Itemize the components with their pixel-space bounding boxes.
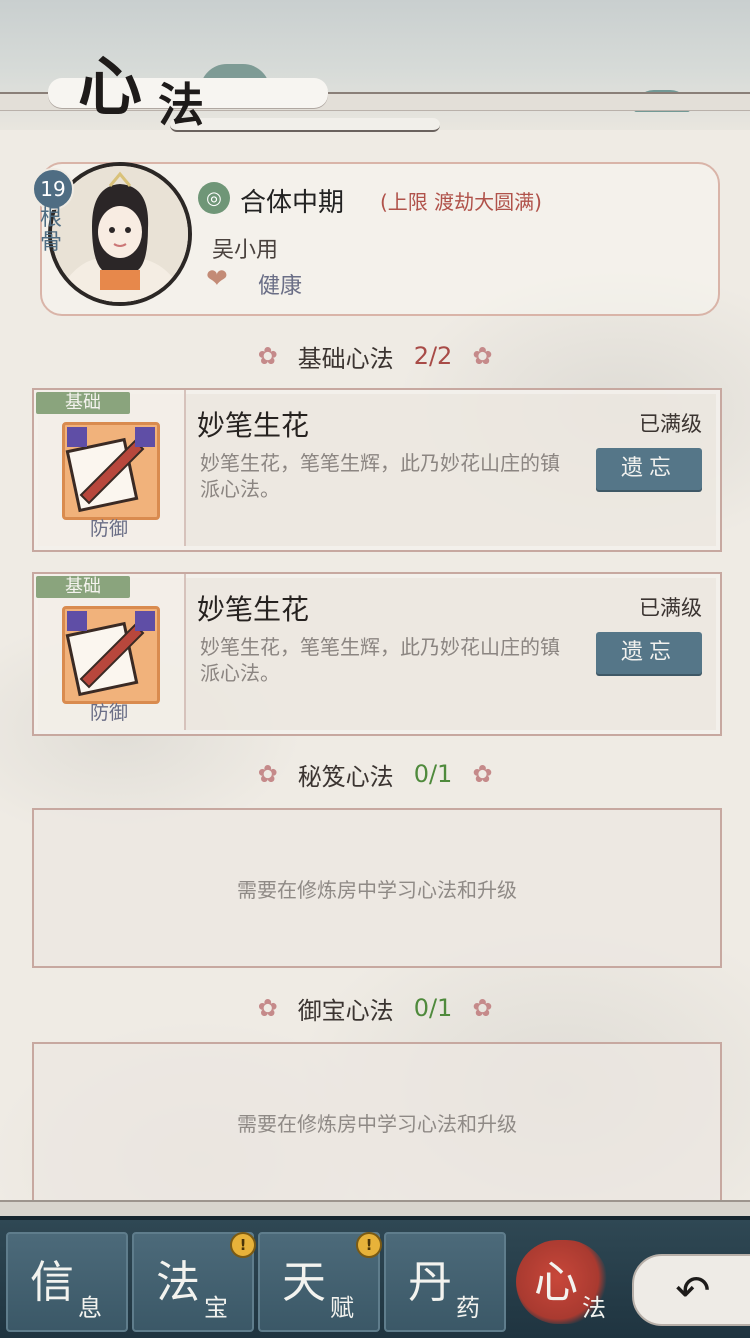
flower-icon: ✿: [257, 760, 278, 788]
technique-type: 防御: [89, 518, 128, 540]
nav-tab-pill[interactable]: 丹 药: [384, 1232, 506, 1332]
max-level-label: 已满级: [639, 412, 702, 436]
empty-slot-treasure[interactable]: 需要在修炼房中学习心法和升级: [32, 1042, 722, 1202]
nav-tab-small-char: 赋: [330, 1294, 354, 1322]
forget-button[interactable]: 遗忘: [596, 632, 702, 674]
technique-description: 妙笔生花，笔笔生辉，此乃妙花山庄的镇派心法。: [200, 635, 560, 685]
flower-icon: ✿: [257, 342, 278, 370]
nav-tab-big-char: 信: [30, 1257, 74, 1308]
section-count: 0/1: [413, 760, 453, 788]
technique-card[interactable]: 基础 防御 妙笔生花 妙笔生花，笔笔生辉，此乃妙花山庄的镇派心法。 已满级 遗忘: [32, 388, 722, 552]
nav-tab-technique[interactable]: 心 法: [510, 1232, 632, 1332]
nav-tab-small-char: 药: [456, 1294, 480, 1322]
page-title: 心法: [78, 36, 210, 132]
heart-plus-icon: ❤: [206, 264, 228, 294]
nav-tab-small-char: 法: [582, 1294, 606, 1322]
nav-tab-big-char: 法: [156, 1257, 200, 1308]
technique-name: 妙笔生花: [197, 409, 310, 442]
flower-icon: ✿: [472, 994, 493, 1022]
nav-tab-info[interactable]: 信 息: [6, 1232, 128, 1332]
realm-limit: (上限 渡劫大圆满): [380, 190, 542, 214]
nav-tab-big-char: 丹: [408, 1257, 452, 1308]
realm-swirl-icon: ◎: [198, 182, 230, 214]
realm-name: 合体中期: [240, 188, 345, 218]
page-title-small: 法: [158, 78, 210, 132]
flower-icon: ✿: [472, 342, 493, 370]
flower-icon: ✿: [472, 760, 493, 788]
back-button[interactable]: ↶: [632, 1254, 750, 1326]
max-level-label: 已满级: [639, 596, 702, 620]
back-arrow-icon: ↶: [675, 1265, 711, 1315]
section-title: 御宝心法: [297, 996, 394, 1025]
technique-type: 防御: [89, 702, 128, 724]
nav-tab-big-char: 心: [534, 1257, 578, 1308]
nav-tab-small-char: 息: [78, 1294, 102, 1322]
technique-description: 妙笔生花，笔笔生辉，此乃妙花山庄的镇派心法。: [200, 451, 560, 501]
scroll-brush-icon: [62, 606, 160, 704]
health-status: 健康: [258, 274, 303, 299]
section-title: 基础心法: [297, 344, 394, 373]
empty-slot-hint: 需要在修炼房中学习心法和升级: [237, 877, 517, 902]
alert-icon: !: [230, 1232, 256, 1258]
technique-tag: 基础: [36, 392, 130, 414]
title-ribbon: [170, 118, 440, 132]
alert-icon: !: [356, 1232, 382, 1258]
section-header-secret: ✿ 秘笈心法 0/1 ✿: [0, 756, 750, 792]
scroll-brush-icon: [62, 422, 160, 520]
nav-tab-small-char: 宝: [204, 1294, 228, 1322]
section-header-treasure: ✿ 御宝心法 0/1 ✿: [0, 990, 750, 1026]
empty-slot-secret[interactable]: 需要在修炼房中学习心法和升级: [32, 808, 722, 968]
technique-icon-panel: 基础 防御: [34, 574, 186, 730]
technique-icon-panel: 基础 防御: [34, 390, 186, 546]
technique-card[interactable]: 基础 防御 妙笔生花 妙笔生花，笔笔生辉，此乃妙花山庄的镇派心法。 已满级 遗忘: [32, 572, 722, 736]
flower-icon: ✿: [257, 994, 278, 1022]
page-title-big: 心: [78, 50, 148, 125]
nav-tab-big-char: 天: [282, 1257, 326, 1308]
forget-button[interactable]: 遗忘: [596, 448, 702, 490]
section-header-basic: ✿ 基础心法 2/2 ✿: [0, 338, 750, 374]
section-count: 2/2: [413, 342, 453, 370]
empty-slot-hint: 需要在修炼房中学习心法和升级: [237, 1111, 517, 1136]
technique-name: 妙笔生花: [197, 593, 310, 626]
level-label: 根骨: [40, 206, 63, 255]
level-badge: 19: [32, 168, 74, 210]
section-title: 秘笈心法: [297, 762, 394, 791]
technique-tag: 基础: [36, 576, 130, 598]
section-count: 0/1: [413, 994, 453, 1022]
character-name: 吴小用: [212, 238, 279, 263]
